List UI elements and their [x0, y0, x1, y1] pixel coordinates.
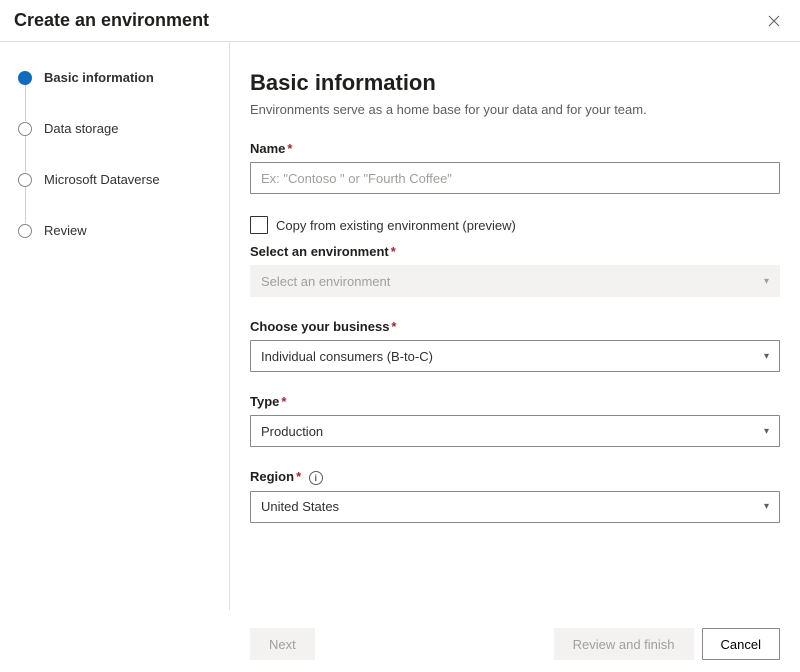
step-data-storage[interactable]: Data storage	[18, 121, 219, 172]
chevron-down-icon: ▾	[764, 501, 769, 512]
region-value: United States	[261, 499, 339, 514]
close-icon	[768, 15, 780, 27]
type-dropdown[interactable]: Production ▾	[250, 415, 780, 447]
page-heading: Basic information	[250, 70, 780, 96]
type-value: Production	[261, 424, 323, 439]
step-microsoft-dataverse[interactable]: Microsoft Dataverse	[18, 172, 219, 223]
step-label: Basic information	[44, 70, 154, 85]
step-label: Microsoft Dataverse	[44, 172, 160, 187]
chevron-down-icon: ▾	[764, 426, 769, 437]
step-marker-icon	[18, 224, 32, 238]
close-button[interactable]	[764, 11, 784, 31]
step-marker-icon	[18, 122, 32, 136]
chevron-down-icon: ▾	[764, 276, 769, 287]
next-button: Next	[250, 628, 315, 660]
select-environment-label: Select an environment*	[250, 244, 780, 259]
business-label: Choose your business*	[250, 319, 780, 334]
name-input[interactable]	[250, 162, 780, 194]
step-review[interactable]: Review	[18, 223, 219, 238]
business-dropdown[interactable]: Individual consumers (B-to-C) ▾	[250, 340, 780, 372]
name-label: Name*	[250, 141, 780, 156]
region-dropdown[interactable]: United States ▾	[250, 491, 780, 523]
copy-existing-checkbox[interactable]	[250, 216, 268, 234]
step-label: Data storage	[44, 121, 118, 136]
region-label: Region* i	[250, 469, 780, 485]
page-subtitle: Environments serve as a home base for yo…	[250, 102, 780, 117]
step-marker-icon	[18, 71, 32, 85]
select-environment-value: Select an environment	[261, 274, 390, 289]
review-and-finish-button: Review and finish	[554, 628, 694, 660]
step-marker-icon	[18, 173, 32, 187]
cancel-button[interactable]: Cancel	[702, 628, 780, 660]
copy-existing-label[interactable]: Copy from existing environment (preview)	[276, 218, 516, 233]
step-label: Review	[44, 223, 87, 238]
business-value: Individual consumers (B-to-C)	[261, 349, 433, 364]
step-basic-information[interactable]: Basic information	[18, 70, 219, 121]
chevron-down-icon: ▾	[764, 351, 769, 362]
info-icon[interactable]: i	[309, 471, 323, 485]
select-environment-dropdown: Select an environment ▾	[250, 265, 780, 297]
wizard-steps: Basic information Data storage Microsoft…	[0, 42, 230, 610]
type-label: Type*	[250, 394, 780, 409]
dialog-title: Create an environment	[14, 10, 209, 31]
